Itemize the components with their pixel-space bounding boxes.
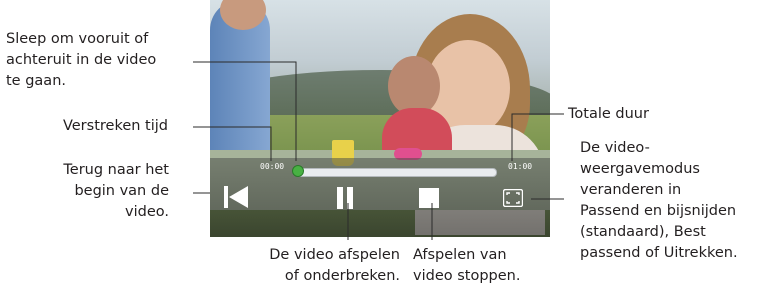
callout-play-pause: De video afspelen of onderbreken. — [269, 247, 400, 284]
callout-display-mode: De video- weergavemodus veranderen in Pa… — [580, 140, 738, 261]
callout-stop: Afspelen van video stoppen. — [413, 247, 521, 284]
callout-to-start: Terug naar het begin van de video. — [63, 162, 169, 220]
callout-elapsed: Verstreken tijd — [62, 118, 168, 134]
callout-seek: Sleep om vooruit of achteruit in de vide… — [6, 31, 157, 89]
callout-total: Totale duur — [568, 106, 649, 122]
